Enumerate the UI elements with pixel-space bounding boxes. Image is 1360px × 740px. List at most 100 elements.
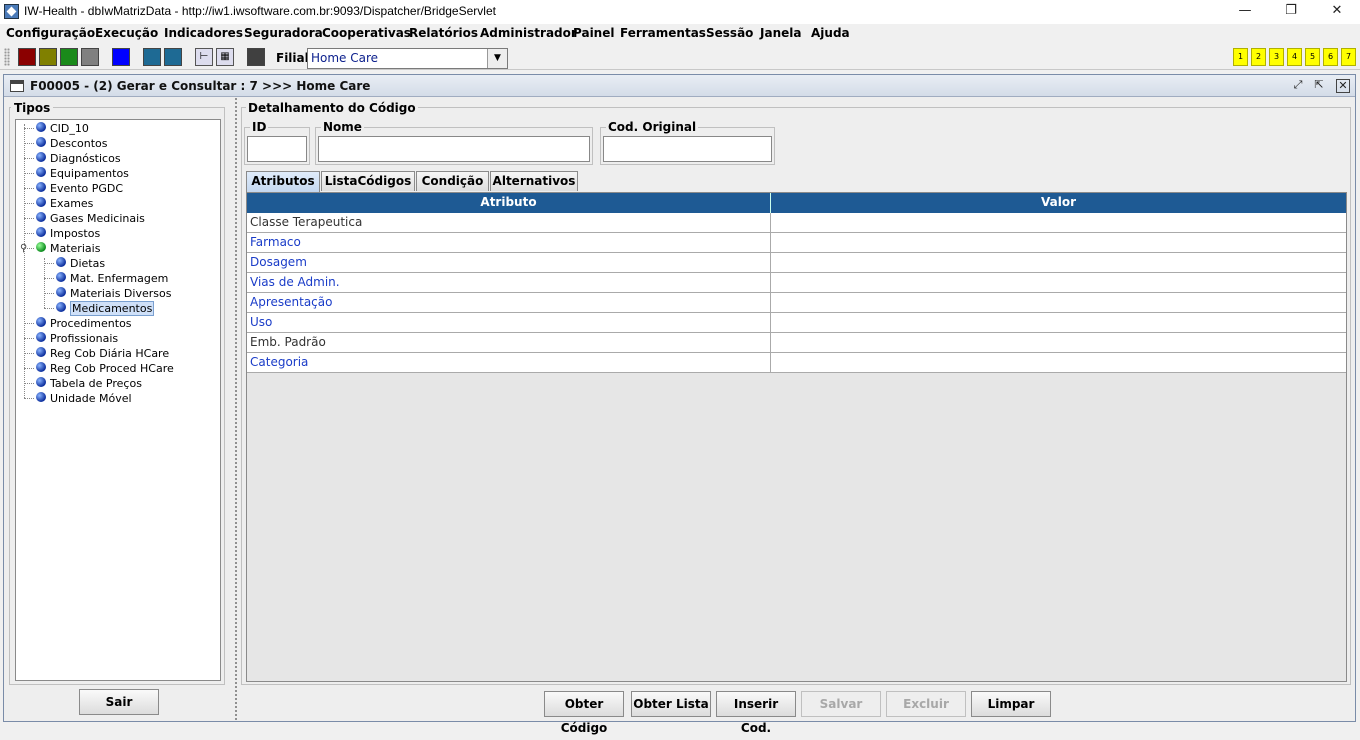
column-header-valor[interactable]: Valor (771, 193, 1346, 213)
cell-valor[interactable] (771, 333, 1346, 353)
menu-cooperativas[interactable]: Cooperativas (322, 26, 411, 40)
table-row[interactable]: Uso (247, 313, 1346, 333)
chevron-down-icon[interactable]: ▼ (487, 49, 507, 68)
window-number-4[interactable]: 4 (1287, 48, 1302, 66)
tree-item-gases-medicinais[interactable]: Gases Medicinais (36, 211, 145, 226)
table-row[interactable]: Apresentação (247, 293, 1346, 313)
tree-item-label-selected: Medicamentos (70, 301, 155, 316)
color-button-teal-1[interactable] (143, 48, 161, 66)
tree-line (44, 278, 54, 279)
tree-item-materiais-diversos[interactable]: Materiais Diversos (56, 286, 171, 301)
cod-original-group: Cod. Original (600, 120, 775, 165)
column-header-atributo[interactable]: Atributo (247, 193, 771, 213)
frame-minimize-icon[interactable]: ⤢ (1291, 79, 1305, 93)
close-button[interactable]: ✕ (1314, 0, 1360, 24)
menu-execucao[interactable]: Execução (95, 26, 158, 40)
table-row[interactable]: Emb. Padrão (247, 333, 1346, 353)
obter-codigo-button[interactable]: Obter Código (544, 691, 624, 735)
frame-maximize-icon[interactable]: ⇱ (1312, 79, 1326, 93)
tree-item-descontos[interactable]: Descontos (36, 136, 108, 151)
color-button-darkred[interactable] (18, 48, 36, 66)
table-row[interactable]: Dosagem (247, 253, 1346, 273)
toolbar-grip[interactable] (4, 48, 10, 66)
tree-item-dietas[interactable]: Dietas (56, 256, 105, 271)
window-number-7[interactable]: 7 (1341, 48, 1356, 66)
cell-valor[interactable] (771, 353, 1346, 373)
cell-valor[interactable] (771, 293, 1346, 313)
node-icon (36, 122, 46, 132)
color-button-dark[interactable] (247, 48, 265, 66)
excluir-button[interactable]: Excluir (886, 691, 966, 717)
id-field[interactable] (247, 136, 307, 162)
tree-item-tabela-precos[interactable]: Tabela de Preços (36, 376, 142, 391)
tab-atributos[interactable]: Atributos (246, 171, 320, 192)
menu-administrador[interactable]: Administrador (480, 26, 577, 40)
cell-valor[interactable] (771, 253, 1346, 273)
color-button-gray[interactable] (81, 48, 99, 66)
cell-atributo: Dosagem (247, 253, 771, 273)
menu-seguradora[interactable]: Seguradora (244, 26, 323, 40)
table-row[interactable]: Categoria (247, 353, 1346, 373)
menu-sessao[interactable]: Sessão (706, 26, 753, 40)
menu-painel[interactable]: Painel (573, 26, 614, 40)
tree-item-exames[interactable]: Exames (36, 196, 93, 211)
color-button-teal-2[interactable] (164, 48, 182, 66)
sair-button[interactable]: Sair (79, 689, 159, 715)
table-row[interactable]: Farmaco (247, 233, 1346, 253)
node-icon (36, 227, 46, 237)
tab-condicao[interactable]: Condição (416, 171, 489, 191)
window-number-3[interactable]: 3 (1269, 48, 1284, 66)
menu-indicadores[interactable]: Indicadores (164, 26, 243, 40)
tree-item-unidade-movel[interactable]: Unidade Móvel (36, 391, 132, 406)
window-number-5[interactable]: 5 (1305, 48, 1320, 66)
tree-item-reg-cob-proced[interactable]: Reg Cob Proced HCare (36, 361, 174, 376)
table-row[interactable]: Classe Terapeutica (247, 213, 1346, 233)
tree-item-cid10[interactable]: CID_10 (36, 121, 89, 136)
tree-view-icon[interactable]: ⊢ (195, 48, 213, 66)
menu-relatorios[interactable]: Relatórios (409, 26, 478, 40)
cell-valor[interactable] (771, 313, 1346, 333)
tree-line (24, 128, 34, 129)
menu-ajuda[interactable]: Ajuda (811, 26, 850, 40)
frame-close-icon[interactable]: ✕ (1336, 79, 1350, 93)
table-row[interactable]: Vias de Admin. (247, 273, 1346, 293)
tree-item-materiais[interactable]: Materiais (36, 241, 100, 256)
color-button-blue[interactable] (112, 48, 130, 66)
frame-title-bar[interactable]: F00005 - (2) Gerar e Consultar : 7 >>> H… (4, 75, 1355, 97)
tipos-tree[interactable]: CID_10 Descontos Diagnósticos Equipament… (15, 119, 221, 681)
window-number-1[interactable]: 1 (1233, 48, 1248, 66)
tree-item-evento-pgdc[interactable]: Evento PGDC (36, 181, 123, 196)
node-icon (36, 167, 46, 177)
menu-configuracao[interactable]: Configuração (6, 26, 95, 40)
menu-ferramentas[interactable]: Ferramentas (620, 26, 706, 40)
tree-item-procedimentos[interactable]: Procedimentos (36, 316, 132, 331)
split-pane-divider[interactable] (234, 97, 238, 721)
nome-field[interactable] (318, 136, 590, 162)
menu-janela[interactable]: Janela (760, 26, 801, 40)
cell-valor[interactable] (771, 233, 1346, 253)
tree-item-medicamentos[interactable]: Medicamentos (56, 301, 155, 316)
minimize-button[interactable]: — (1222, 0, 1268, 24)
tree-item-impostos[interactable]: Impostos (36, 226, 100, 241)
tab-listacodigos[interactable]: ListaCódigos (321, 171, 415, 191)
obter-lista-button[interactable]: Obter Lista (631, 691, 711, 717)
window-list-icon[interactable]: ▦ (216, 48, 234, 66)
restore-button[interactable]: ❐ (1268, 0, 1314, 24)
tree-item-diagnosticos[interactable]: Diagnósticos (36, 151, 121, 166)
tree-item-profissionais[interactable]: Profissionais (36, 331, 118, 346)
color-button-olive[interactable] (39, 48, 57, 66)
filial-select[interactable]: Home Care ▼ (307, 48, 508, 69)
tree-item-reg-cob-diaria[interactable]: Reg Cob Diária HCare (36, 346, 169, 361)
tree-item-mat-enfermagem[interactable]: Mat. Enfermagem (56, 271, 168, 286)
inserir-cod-button[interactable]: Inserir Cod. (716, 691, 796, 735)
color-button-green[interactable] (60, 48, 78, 66)
tab-alternativos[interactable]: Alternativos (490, 171, 578, 191)
salvar-button[interactable]: Salvar (801, 691, 881, 717)
window-number-6[interactable]: 6 (1323, 48, 1338, 66)
cell-valor[interactable] (771, 213, 1346, 233)
cell-valor[interactable] (771, 273, 1346, 293)
cod-original-field[interactable] (603, 136, 772, 162)
limpar-button[interactable]: Limpar (971, 691, 1051, 717)
tree-item-equipamentos[interactable]: Equipamentos (36, 166, 129, 181)
window-number-2[interactable]: 2 (1251, 48, 1266, 66)
